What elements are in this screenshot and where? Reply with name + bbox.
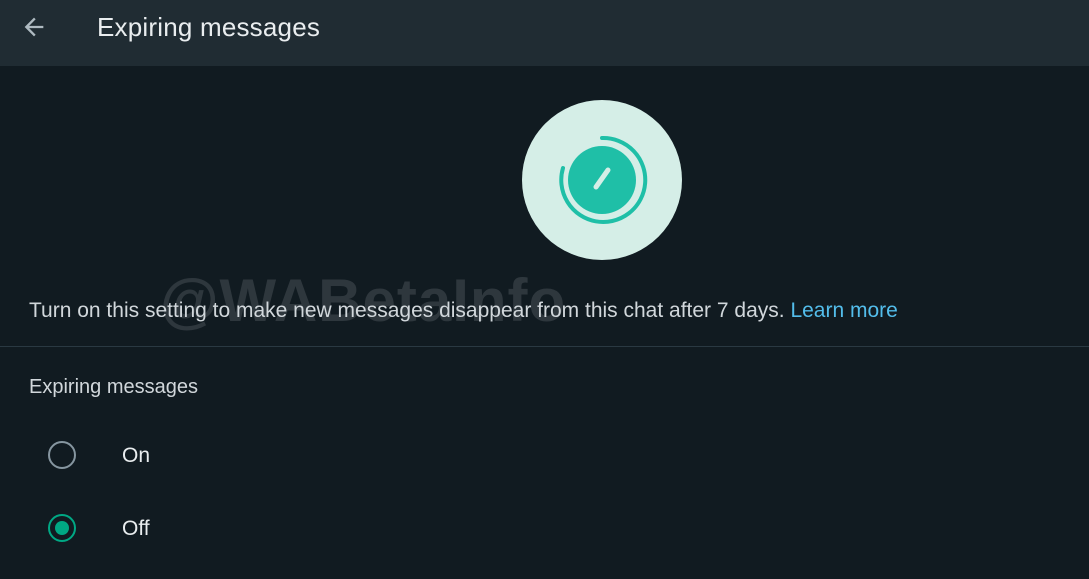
timer-icon — [559, 135, 648, 224]
description-text: Turn on this setting to make new message… — [29, 297, 898, 325]
timer-illustration — [522, 100, 682, 260]
option-off[interactable]: Off — [0, 498, 1089, 558]
description-body: Turn on this setting to make new message… — [29, 299, 791, 322]
option-on-label: On — [122, 444, 151, 467]
arrow-left-icon — [24, 17, 44, 37]
option-off-label: Off — [122, 517, 150, 540]
radio-on[interactable] — [48, 441, 76, 469]
option-on[interactable]: On — [0, 425, 1089, 485]
section-title: Expiring messages — [29, 376, 198, 398]
back-button[interactable] — [14, 9, 54, 45]
app-bar: Expiring messages — [0, 0, 1089, 66]
radio-off-dot — [55, 521, 69, 535]
radio-off[interactable] — [48, 514, 76, 542]
divider — [0, 346, 1089, 347]
learn-more-link[interactable]: Learn more — [790, 299, 897, 322]
page-title: Expiring messages — [97, 12, 321, 42]
